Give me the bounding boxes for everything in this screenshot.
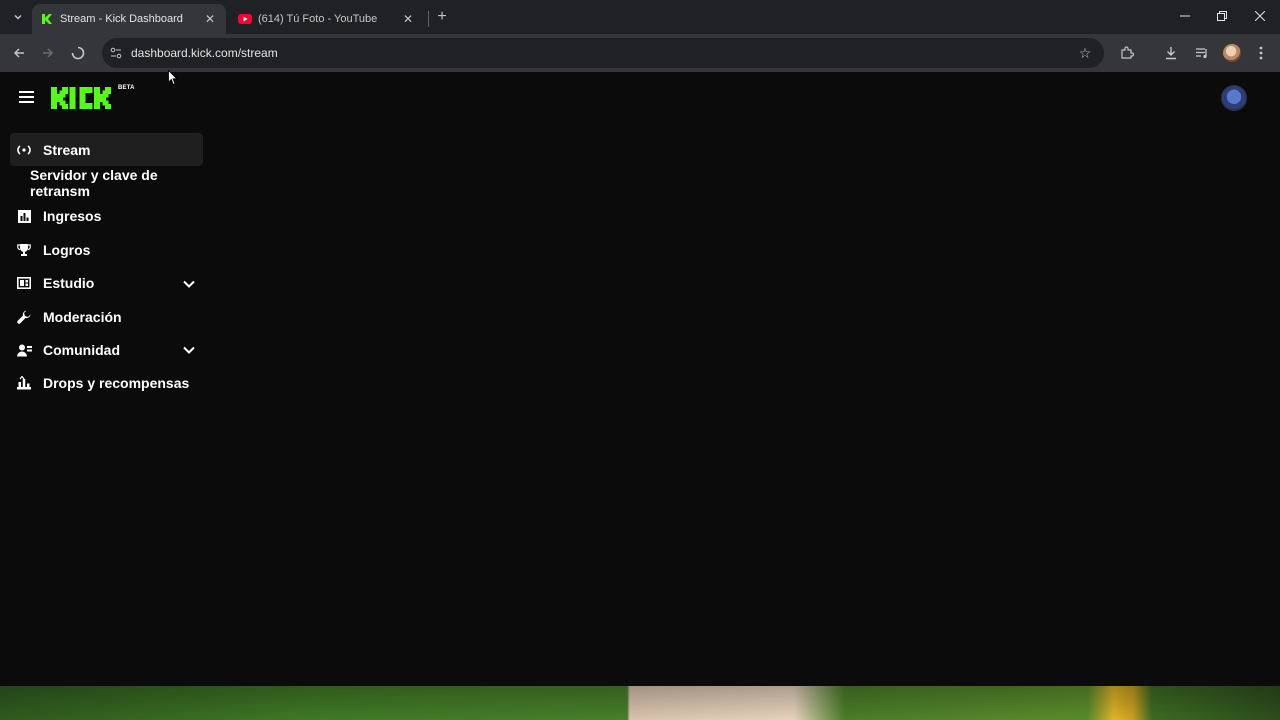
chevron-down-icon[interactable] [182, 277, 196, 291]
trophy-icon [16, 242, 32, 258]
kick-dashboard-page: BETA Stream Servidor y clave de retransm… [0, 72, 1280, 686]
drops-icon [16, 375, 32, 391]
kick-favicon-icon [40, 12, 54, 26]
url-text: dashboard.kick.com/stream [131, 46, 278, 60]
community-icon [16, 342, 32, 358]
dashboard-sidebar: Stream Servidor y clave de retransm Ingr… [10, 133, 216, 400]
sidebar-item-label: Stream [43, 141, 91, 158]
extensions-icon[interactable] [1117, 43, 1137, 63]
studio-icon [16, 275, 32, 291]
sidebar-item-comunidad[interactable]: Comunidad [10, 333, 216, 366]
wrench-icon [16, 309, 32, 325]
broadcast-icon [16, 142, 32, 158]
tab-title: (614) Tú Foto - YouTube [258, 13, 378, 25]
sidebar-item-logros[interactable]: Logros [10, 233, 216, 266]
browser-menu-icon[interactable] [1251, 43, 1271, 63]
chevron-down-icon[interactable] [182, 343, 196, 357]
youtube-favicon-icon [238, 12, 252, 26]
bookmark-star-icon[interactable]: ☆ [1076, 44, 1094, 62]
download-icon[interactable] [1161, 43, 1181, 63]
window-close-icon[interactable] [1241, 0, 1279, 32]
media-controls-icon[interactable] [1192, 43, 1212, 63]
sidebar-item-label: Estudio [43, 275, 95, 292]
user-avatar[interactable] [1221, 85, 1247, 111]
sidebar-item-label: Logros [43, 241, 91, 258]
sidebar-item-label: Ingresos [43, 208, 102, 225]
beta-badge: BETA [118, 85, 135, 91]
tab-close-icon[interactable]: ✕ [202, 11, 218, 27]
hamburger-menu-icon[interactable] [19, 91, 34, 103]
sidebar-item-estudio[interactable]: Estudio [10, 267, 216, 300]
sidebar-item-moderacion[interactable]: Moderación [10, 300, 216, 333]
sidebar-item-stream-key[interactable]: Servidor y clave de retransm [10, 166, 216, 199]
sidebar-item-ingresos[interactable]: Ingresos [10, 200, 216, 233]
tab-search-icon[interactable] [8, 7, 28, 27]
minimize-icon[interactable] [1166, 0, 1204, 32]
browser-tab-bar: Stream - Kick Dashboard ✕ (614) Tú Foto … [0, 0, 1280, 34]
tab-divider [428, 11, 429, 27]
sidebar-item-label: Servidor y clave de retransm [30, 167, 158, 200]
restore-icon[interactable] [1203, 0, 1241, 32]
sidebar-item-label: Drops y recompensas [43, 375, 190, 392]
sidebar-item-label: Moderación [43, 308, 122, 325]
loading-spinner-icon[interactable] [67, 42, 89, 64]
tab-title: Stream - Kick Dashboard [60, 13, 183, 25]
browser-toolbar: dashboard.kick.com/stream ☆ [0, 34, 1280, 72]
browser-profile-avatar[interactable] [1223, 44, 1241, 62]
bar-chart-icon [16, 208, 32, 224]
sidebar-item-label: Comunidad [43, 342, 120, 359]
tab-close-icon[interactable]: ✕ [400, 11, 416, 27]
video-preview-strip [0, 686, 1280, 720]
sidebar-item-drops[interactable]: Drops y recompensas [10, 367, 216, 400]
forward-icon[interactable] [37, 42, 59, 64]
sidebar-item-stream[interactable]: Stream [10, 133, 203, 167]
tab-kick-dashboard[interactable]: Stream - Kick Dashboard ✕ [32, 4, 226, 34]
address-bar[interactable]: dashboard.kick.com/stream ☆ [102, 38, 1104, 68]
mouse-cursor-icon [168, 70, 178, 86]
new-tab-icon[interactable]: + [433, 7, 451, 27]
back-icon[interactable] [8, 42, 30, 64]
kick-logo[interactable] [51, 85, 117, 111]
tab-youtube[interactable]: (614) Tú Foto - YouTube ✕ [230, 4, 424, 34]
site-settings-icon[interactable] [108, 45, 124, 61]
